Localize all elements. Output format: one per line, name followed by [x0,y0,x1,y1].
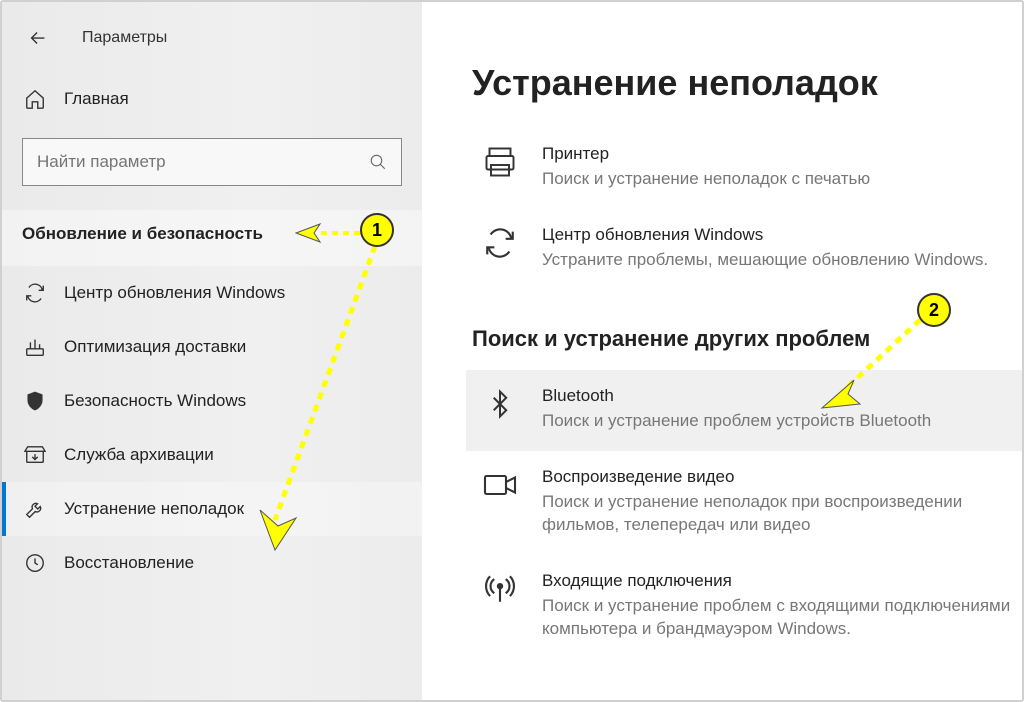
sidebar-item-label: Восстановление [64,553,194,573]
optimization-icon [24,336,46,358]
back-arrow-icon [27,27,49,49]
home-icon [24,88,46,110]
sidebar-item-label: Служба архивации [64,445,214,465]
sidebar-item-windows-security[interactable]: Безопасность Windows [2,374,422,428]
video-icon [482,467,518,503]
sub-header: Поиск и устранение других проблем [472,326,1022,352]
backup-icon [24,444,46,466]
recovery-icon [24,552,46,574]
sidebar-section-header: Обновление и безопасность [2,210,422,266]
annotation-badge-1: 1 [360,213,394,247]
troubleshoot-item-printer[interactable]: Принтер Поиск и устранение неполадок с п… [472,128,1022,209]
antenna-icon [483,572,517,606]
sidebar-item-label: Центр обновления Windows [64,283,285,303]
troubleshoot-item-windows-update[interactable]: Центр обновления Windows Устраните пробл… [472,209,1022,290]
sync-icon [24,282,46,304]
item-title: Принтер [542,144,1022,164]
wrench-icon [24,498,46,520]
troubleshoot-item-incoming-connections[interactable]: Входящие подключения Поиск и устранение … [472,555,1022,659]
item-desc: Поиск и устранение проблем устройств Blu… [542,410,1002,433]
back-button[interactable] [22,22,54,54]
sidebar-item-troubleshoot[interactable]: Устранение неполадок [2,482,422,536]
sidebar-item-label: Безопасность Windows [64,391,246,411]
bluetooth-icon [485,389,515,419]
item-desc: Поиск и устранение неполадок при воспрои… [542,491,1022,537]
sidebar-item-label: Оптимизация доставки [64,337,246,357]
sidebar-item-windows-update[interactable]: Центр обновления Windows [2,266,422,320]
topbar: Параметры [2,10,422,74]
sidebar-item-backup[interactable]: Служба архивации [2,428,422,482]
item-title: Входящие подключения [542,571,1022,591]
home-label: Главная [64,89,129,109]
sidebar-item-label: Устранение неполадок [64,499,244,519]
item-desc: Поиск и устранение проблем с входящими п… [542,595,1022,641]
home-nav[interactable]: Главная [2,74,422,124]
settings-window: Параметры Главная Обновление и безопасно… [0,0,1024,702]
item-desc: Устраните проблемы, мешающие обновлению … [542,249,1022,272]
search-input[interactable] [37,152,369,172]
search-box[interactable] [22,138,402,186]
sync-icon [483,226,517,260]
item-title: Центр обновления Windows [542,225,1022,245]
sidebar: Параметры Главная Обновление и безопасно… [2,2,422,700]
sidebar-item-recovery[interactable]: Восстановление [2,536,422,590]
main-content: Устранение неполадок Принтер Поиск и уст… [422,2,1022,700]
shield-icon [24,390,46,412]
search-icon [369,153,387,171]
troubleshoot-item-bluetooth[interactable]: Bluetooth Поиск и устранение проблем уст… [466,370,1022,451]
app-title: Параметры [82,29,167,47]
item-title: Bluetooth [542,386,1002,406]
annotation-badge-2: 2 [917,293,951,327]
item-desc: Поиск и устранение неполадок с печатью [542,168,1022,191]
sidebar-item-delivery-optimization[interactable]: Оптимизация доставки [2,320,422,374]
troubleshoot-item-video-playback[interactable]: Воспроизведение видео Поиск и устранение… [472,451,1022,555]
printer-icon [482,144,518,180]
item-title: Воспроизведение видео [542,467,1022,487]
page-title: Устранение неполадок [472,62,1022,104]
